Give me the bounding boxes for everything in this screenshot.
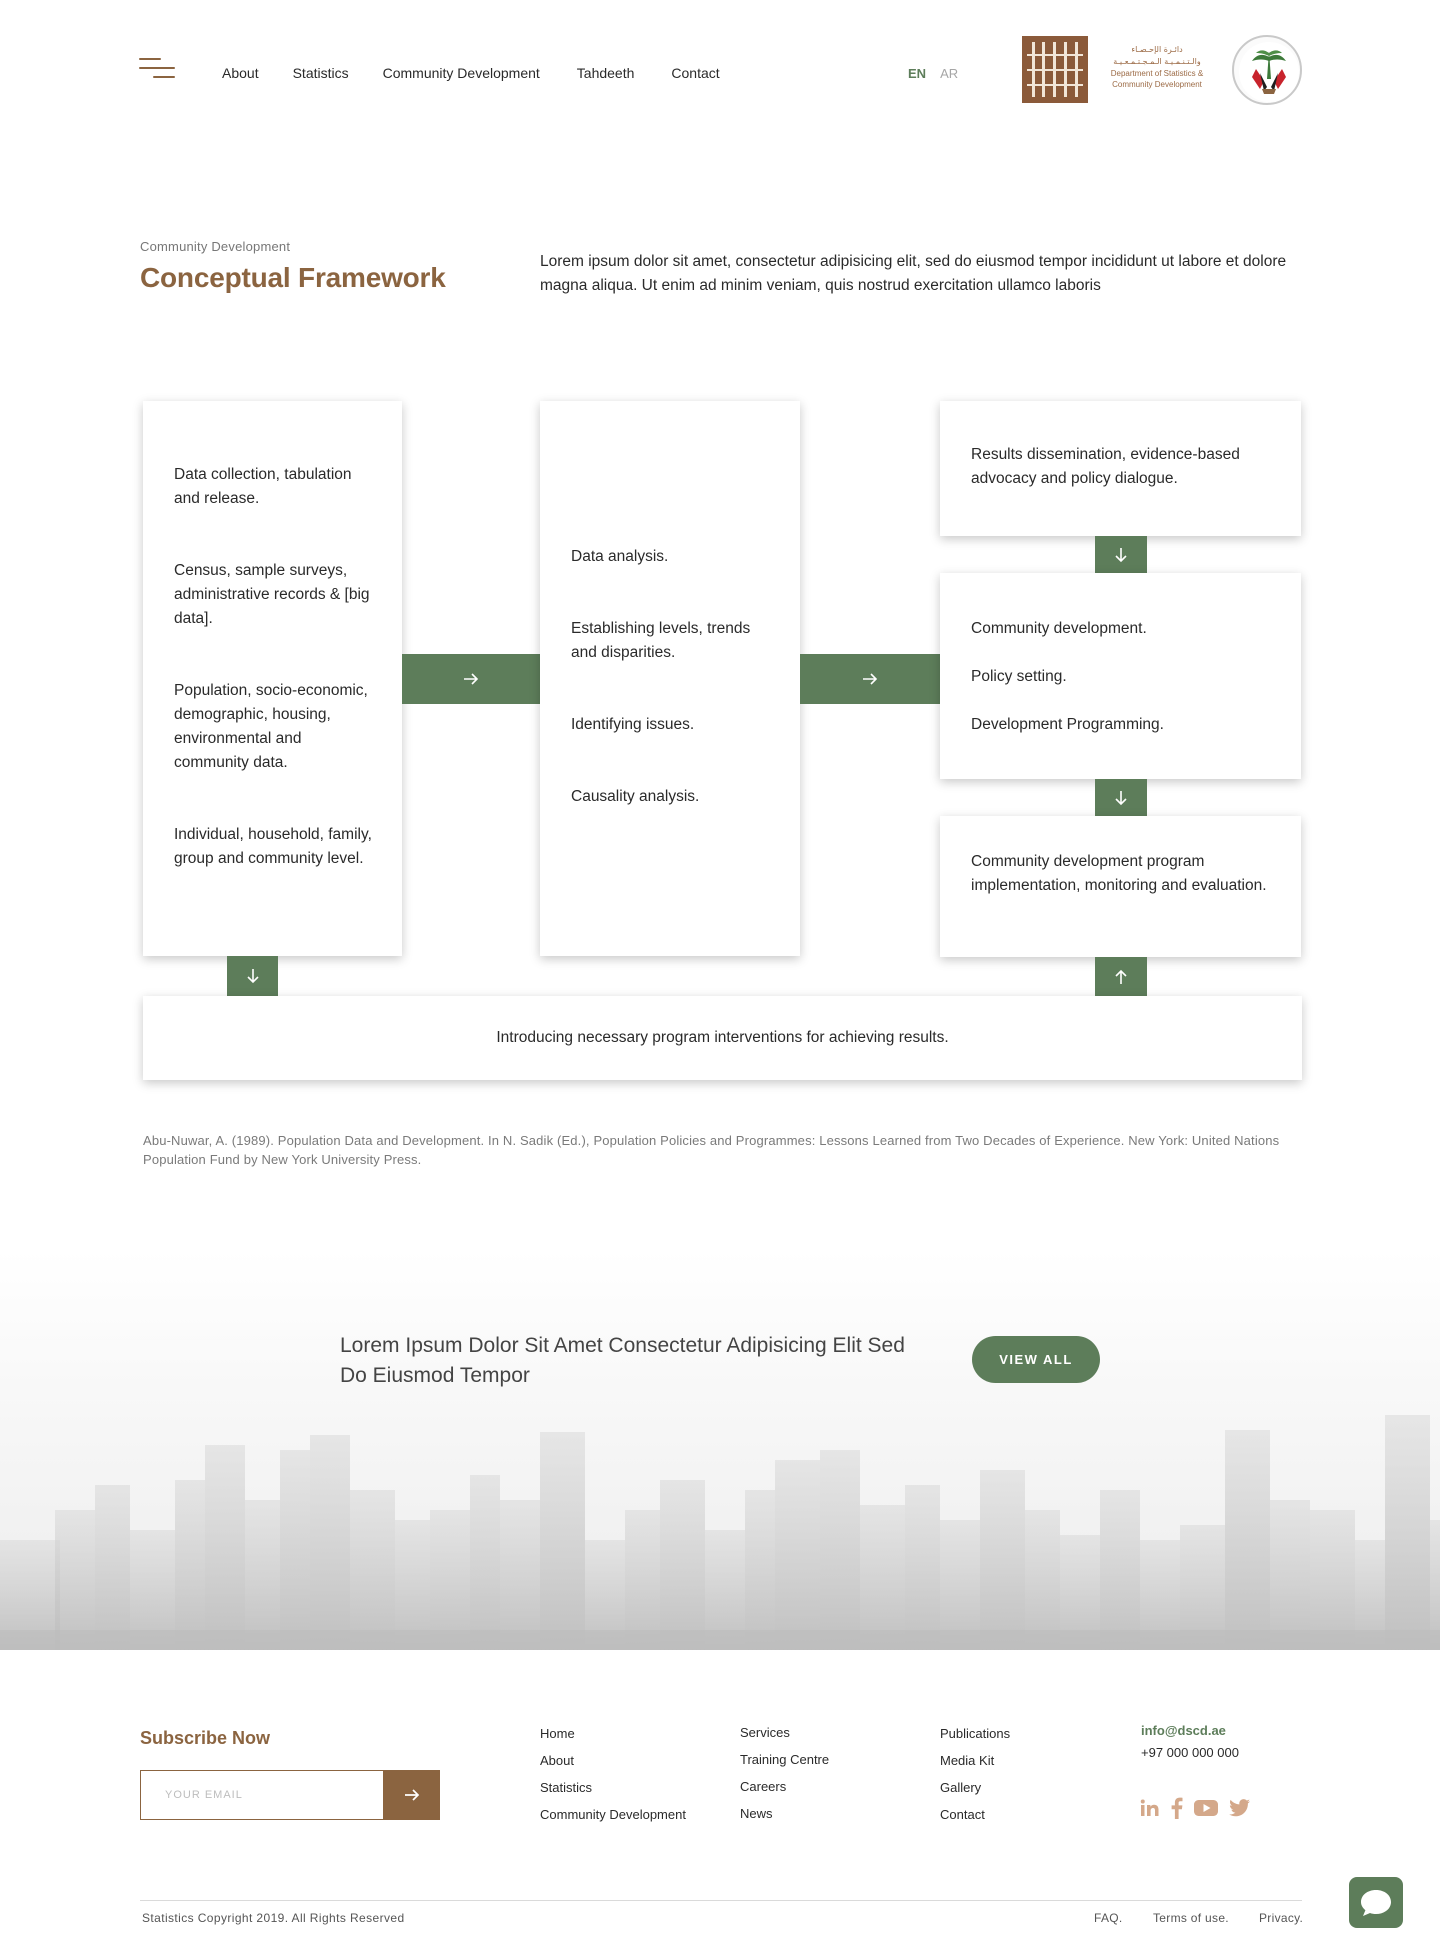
contact-phone: +97 000 000 000	[1141, 1745, 1239, 1760]
citation: Abu-Nuwar, A. (1989). Population Data an…	[143, 1133, 1280, 1167]
nav-community-development[interactable]: Community Development	[383, 65, 540, 81]
footer-link-services[interactable]: Services	[740, 1719, 829, 1746]
chat-button[interactable]	[1349, 1877, 1403, 1928]
arrow-right-connector-1	[402, 654, 540, 704]
framework-text: Data analysis.	[571, 548, 669, 565]
framework-text: Results dissemination, evidence-based ad…	[971, 446, 1240, 487]
framework-card-analysis: Data analysis. Establishing levels, tren…	[540, 401, 800, 956]
framework-text: Census, sample surveys, administrative r…	[174, 562, 370, 627]
nav-tahdeeth[interactable]: Tahdeeth	[577, 65, 635, 81]
footer-link-gallery[interactable]: Gallery	[940, 1774, 1010, 1801]
intro-paragraph: Lorem ipsum dolor sit amet, consectetur …	[540, 253, 1287, 294]
framework-card-implementation: Community development program implementa…	[940, 816, 1301, 957]
framework-text: Individual, household, family, group and…	[174, 826, 372, 867]
footer-link-publications[interactable]: Publications	[940, 1720, 1010, 1747]
faq-link[interactable]: FAQ.	[1094, 1911, 1123, 1925]
dscd-logo-text: دائـرة الإحـصـاء والـتـنـمـيـة الـمـجـتـ…	[1098, 44, 1216, 90]
view-all-button[interactable]: VIEW ALL	[972, 1336, 1100, 1383]
privacy-link[interactable]: Privacy.	[1259, 1911, 1303, 1925]
city-skyline-image	[0, 1415, 1440, 1650]
government-emblem-icon	[1232, 35, 1302, 105]
framework-banner: Introducing necessary program interventi…	[143, 996, 1302, 1080]
logo-english-line-2: Community Development	[1112, 80, 1202, 89]
footer-link-community-development[interactable]: Community Development	[540, 1801, 686, 1828]
copyright-text: Statistics Copyright 2019. All Rights Re…	[142, 1911, 405, 1925]
framework-text: Population, socio-economic, demographic,…	[174, 682, 368, 771]
lang-en-link[interactable]: EN	[908, 66, 926, 81]
arrow-up-connector	[1095, 957, 1147, 996]
footer-link-contact[interactable]: Contact	[940, 1801, 1010, 1828]
framework-text: Causality analysis.	[571, 788, 700, 805]
footer-links-column-1: Home About Statistics Community Developm…	[540, 1720, 686, 1828]
arrow-right-icon	[464, 673, 479, 685]
linkedin-icon[interactable]	[1140, 1799, 1160, 1817]
chat-bubble-icon	[1361, 1889, 1391, 1916]
arrow-down-icon	[1115, 790, 1127, 805]
framework-text: Community development.	[971, 620, 1147, 637]
footer-link-media-kit[interactable]: Media Kit	[940, 1747, 1010, 1774]
arrow-down-icon	[1115, 547, 1127, 562]
social-links	[1140, 1797, 1261, 1819]
framework-text: Development Programming.	[971, 716, 1164, 733]
logo-english-line-1: Department of Statistics &	[1110, 69, 1204, 78]
subscribe-submit-button[interactable]	[383, 1770, 440, 1820]
lang-ar-link[interactable]: AR	[940, 66, 958, 81]
footer-link-training-centre[interactable]: Training Centre	[740, 1746, 829, 1773]
cta-section	[0, 1250, 1440, 1650]
section-kicker: Community Development	[140, 239, 291, 254]
dscd-logo-mark[interactable]	[1022, 36, 1088, 103]
site-header: About Statistics Community Development T…	[0, 0, 1440, 150]
footer-divider	[140, 1900, 1302, 1901]
footer-links-column-3: Publications Media Kit Gallery Contact	[940, 1720, 1010, 1828]
arrow-right-icon	[863, 673, 878, 685]
subscribe-title: Subscribe Now	[140, 1728, 271, 1748]
email-field[interactable]	[140, 1770, 383, 1820]
arrow-down-connector-2	[1095, 779, 1147, 816]
framework-card-data-collection: Data collection, tabulation and release.…	[143, 401, 402, 956]
footer-links-column-2: Services Training Centre Careers News	[740, 1719, 829, 1827]
cta-heading: Lorem Ipsum Dolor Sit Amet Consectetur A…	[340, 1334, 905, 1387]
arrow-down-icon	[246, 969, 259, 984]
facebook-icon[interactable]	[1171, 1797, 1183, 1819]
footer-link-news[interactable]: News	[740, 1800, 829, 1827]
terms-of-use-link[interactable]: Terms of use.	[1153, 1911, 1229, 1925]
logo-arabic-line-1: دائـرة الإحـصـاء	[1131, 45, 1183, 54]
footer-link-home[interactable]: Home	[540, 1720, 686, 1747]
contact-email-link[interactable]: info@dscd.ae	[1141, 1723, 1226, 1738]
arrow-right-connector-2	[800, 654, 940, 704]
logo-arabic-line-2: والـتـنـمـيـة الـمـجـتـمـعـيـة	[1113, 57, 1201, 66]
banner-text: Introducing necessary program interventi…	[496, 1029, 949, 1046]
framework-text: Community development program implementa…	[971, 853, 1267, 894]
arrow-down-connector-1	[1095, 536, 1147, 573]
framework-text: Policy setting.	[971, 668, 1067, 685]
framework-text: Identifying issues.	[571, 716, 695, 733]
page-title: Conceptual Framework	[140, 262, 446, 293]
main-nav: About Statistics Community Development T…	[222, 65, 754, 81]
arrow-up-icon	[1115, 969, 1127, 984]
footer-link-statistics[interactable]: Statistics	[540, 1774, 686, 1801]
framework-text: Data collection, tabulation and release.	[174, 466, 352, 507]
footer-link-about[interactable]: About	[540, 1747, 686, 1774]
framework-card-development: Community development. Policy setting. D…	[940, 573, 1301, 779]
arrow-down-connector-3	[227, 956, 278, 996]
footer-link-careers[interactable]: Careers	[740, 1773, 829, 1800]
nav-contact[interactable]: Contact	[671, 65, 719, 81]
menu-icon[interactable]	[139, 58, 175, 80]
arrow-right-icon	[404, 1789, 419, 1801]
nav-about[interactable]: About	[222, 65, 259, 81]
framework-card-dissemination: Results dissemination, evidence-based ad…	[940, 401, 1301, 536]
framework-text: Establishing levels, trends and disparit…	[571, 620, 751, 661]
twitter-icon[interactable]	[1229, 1799, 1250, 1817]
nav-statistics[interactable]: Statistics	[293, 65, 349, 81]
language-switcher: EN AR	[908, 66, 958, 81]
youtube-icon[interactable]	[1194, 1799, 1218, 1817]
